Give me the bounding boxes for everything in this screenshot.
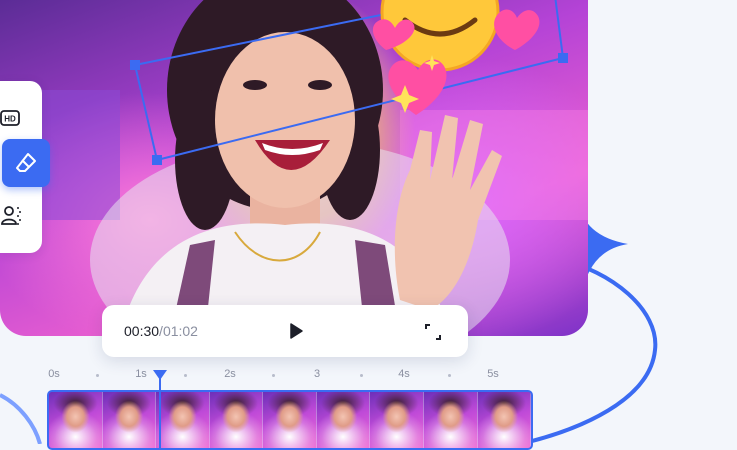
playback-bar: 00:30/01:02 [102, 305, 468, 357]
play-button[interactable] [287, 322, 305, 340]
person-background-icon [1, 206, 21, 225]
tick-dot [184, 374, 187, 377]
eraser-icon [16, 153, 36, 172]
video-preview[interactable] [0, 0, 588, 336]
tick-label: 3 [313, 368, 321, 380]
duration: 01:02 [162, 323, 198, 339]
filmstrip-frame [316, 392, 371, 448]
current-time: 00:30 [124, 323, 160, 339]
tick-dot [96, 374, 99, 377]
filmstrip-frame [102, 392, 157, 448]
timeline-ruler: 0s 1s 2s 3 4s 5s [0, 368, 560, 386]
filmstrip-frame [370, 392, 424, 448]
fullscreen-button[interactable] [424, 323, 442, 341]
tick-dot [448, 374, 451, 377]
filmstrip-frame [209, 392, 264, 448]
eraser-button[interactable] [2, 139, 50, 187]
filmstrip-frame [477, 392, 531, 448]
hd-quality-button[interactable]: HD [0, 105, 20, 131]
tick-dot [272, 374, 275, 377]
time-display: 00:30/01:02 [124, 323, 198, 339]
fullscreen-icon [425, 324, 441, 340]
tick-label: 5s [487, 368, 499, 380]
tick-label: 4s [398, 368, 410, 380]
svg-text:HD: HD [4, 115, 16, 124]
tick-label: 2s [224, 368, 236, 380]
playhead[interactable] [152, 370, 168, 450]
tick-label: 0s [48, 368, 60, 380]
filmstrip-frame [263, 392, 317, 448]
filmstrip-frame [49, 392, 103, 448]
hd-quality-icon: HD [0, 110, 20, 126]
tick-dot [360, 374, 363, 377]
side-toolbar: HD [0, 81, 50, 253]
heart-sticker-right[interactable] [494, 9, 540, 51]
video-filmstrip[interactable] [47, 390, 533, 450]
preview-artwork [0, 0, 588, 336]
person-background-button[interactable] [0, 201, 24, 229]
play-icon [290, 323, 303, 339]
tick-label: 1s [135, 368, 147, 380]
filmstrip-frame [423, 392, 478, 448]
